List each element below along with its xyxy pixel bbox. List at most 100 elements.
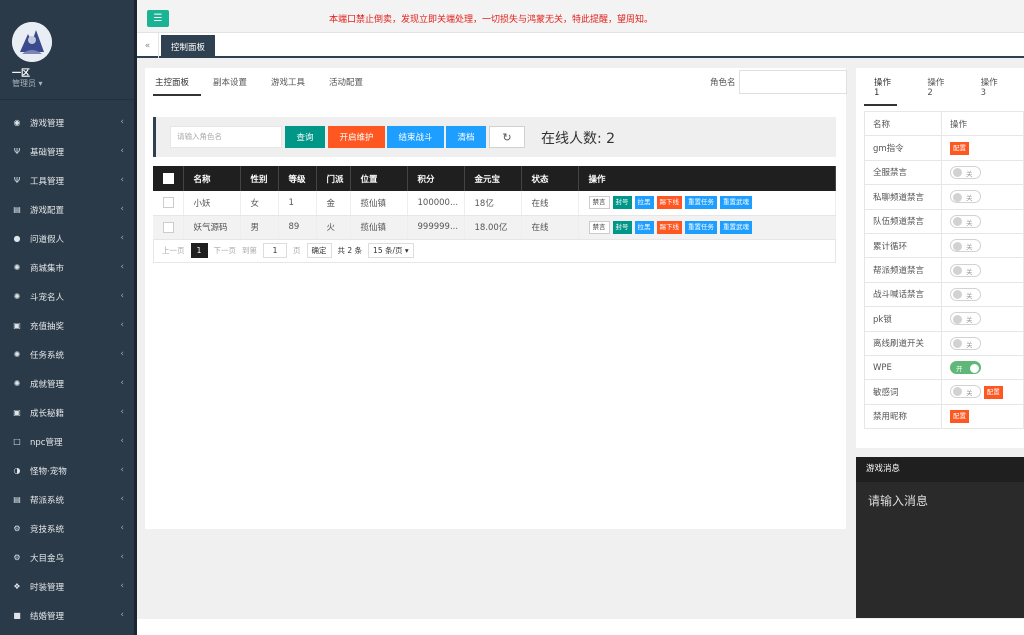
operations-panel: 操作1 操作2 操作3 名称 操作 gm指令 配置 全服禁言关私聊频道禁言关队伍频道… <box>856 68 1024 448</box>
col-level: 等级 <box>278 166 317 191</box>
kick-button[interactable]: 踢下线 <box>656 196 682 210</box>
config-button[interactable]: 配置 <box>950 141 969 155</box>
sidebar-item-2[interactable]: Ψ 工具管理 ‹ <box>0 166 134 195</box>
toggle-switch[interactable]: 关 <box>950 384 981 398</box>
game-message-input[interactable]: 请输入消息 <box>868 492 928 509</box>
chevron-left-icon: ‹ <box>120 552 124 562</box>
toggle-switch[interactable]: 关 <box>950 239 981 253</box>
maintenance-button[interactable]: 开启维护 <box>328 126 385 148</box>
sidebar-item-0[interactable]: ◉ 游戏管理 ‹ <box>0 108 134 137</box>
tab-operation-2[interactable]: 操作2 <box>917 76 950 106</box>
col-gold: 金元宝 <box>464 166 522 191</box>
cell-gender: 男 <box>240 215 279 240</box>
sidebar-item-17[interactable]: ■ 结婚管理 ‹ <box>0 601 134 630</box>
operation-control: 关 <box>941 184 1024 210</box>
row-checkbox[interactable] <box>163 197 174 209</box>
goto-ok-button[interactable]: 确定 <box>306 243 332 258</box>
sidebar-item-label: 游戏配置 <box>30 205 65 216</box>
pagination: 上一页 1 下一页 到第 1 页 确定 共 2 条 15 条/页 ▾ <box>153 239 836 263</box>
mute-button[interactable]: 禁言 <box>588 196 610 210</box>
blacklist-button[interactable]: 拉黑 <box>634 196 654 210</box>
toggle-knob <box>953 217 962 227</box>
sidebar-item-9[interactable]: ✺ 成就管理 ‹ <box>0 369 134 398</box>
row-checkbox[interactable] <box>163 221 174 233</box>
sidebar-item-5[interactable]: ✺ 商城集市 ‹ <box>0 253 134 282</box>
prev-page-link[interactable]: 上一页 <box>162 245 185 256</box>
refresh-button[interactable]: ↻ <box>489 126 525 148</box>
money-icon: ▣ <box>13 321 21 330</box>
toolbar: 请输入角色名 查询 开启维护 结束战斗 清档 ↻ 在线人数: 2 <box>153 117 836 157</box>
sidebar-item-7[interactable]: ▣ 充值抽奖 ‹ <box>0 311 134 340</box>
sidebar-item-6[interactable]: ✺ 斗宠名人 ‹ <box>0 282 134 311</box>
reset-weapon-button[interactable]: 重置武魂 <box>720 196 752 210</box>
chevron-left-icon: ‹ <box>120 146 124 156</box>
goto-page-input[interactable]: 1 <box>263 243 287 258</box>
toggle-switch[interactable]: 关 <box>950 214 981 228</box>
sidebar-item-10[interactable]: ▣ 成长秘籍 ‹ <box>0 398 134 427</box>
select-all-checkbox[interactable] <box>163 173 174 184</box>
sidebar-item-label: 基础管理 <box>30 147 65 158</box>
subtabs: 主控面板 副本设置 游戏工具 活动配置 <box>153 76 385 96</box>
sidebar-item-13[interactable]: ▤ 帮派系统 ‹ <box>0 485 134 514</box>
toggle-switch[interactable]: 开 <box>950 361 981 375</box>
operation-row: 离线刷道开关 关 <box>864 330 1024 356</box>
role-name-input[interactable] <box>739 70 847 94</box>
config-button[interactable]: 配置 <box>983 385 1003 399</box>
reset-task-button[interactable]: 重置任务 <box>685 220 717 234</box>
sidebar-item-15[interactable]: ⚙ 大目金乌 ‹ <box>0 543 134 572</box>
tab-operation-1[interactable]: 操作1 <box>864 76 898 106</box>
gear-icon: ✺ <box>13 379 21 388</box>
ban-button[interactable]: 封号 <box>612 196 632 210</box>
sidebar-item-label: 游戏管理 <box>30 118 65 129</box>
subtab-tools[interactable]: 游戏工具 <box>269 76 317 96</box>
role-dropdown[interactable]: 管理员 ▾ <box>12 78 43 89</box>
operation-name: 累计循环 <box>864 232 942 259</box>
clear-data-button[interactable]: 清档 <box>446 126 486 148</box>
ban-button[interactable]: 封号 <box>612 220 632 234</box>
reset-weapon-button[interactable]: 重置武魂 <box>720 220 752 234</box>
subtab-dungeon[interactable]: 副本设置 <box>211 76 259 96</box>
kick-button[interactable]: 踢下线 <box>656 220 682 234</box>
menu-toggle-button[interactable]: ☰ <box>147 10 169 27</box>
toggle-switch[interactable]: 关 <box>950 312 981 326</box>
topbar: ☰ 本端口禁止倒卖，发现立即关端处理，一切损失与鸿蒙无关，特此提醒，望周知。 <box>137 0 1024 33</box>
online-count: 在线人数: 2 <box>541 131 616 147</box>
sidebar-item-12[interactable]: ◑ 怪物·宠物 ‹ <box>0 456 134 485</box>
tab-back-button[interactable]: « <box>137 33 159 58</box>
game-message-title: 游戏消息 <box>856 457 1024 482</box>
sidebar-item-14[interactable]: ⚙ 竞技系统 ‹ <box>0 514 134 543</box>
config-button[interactable]: 配置 <box>950 409 969 423</box>
per-page-select[interactable]: 15 条/页 ▾ <box>368 243 414 258</box>
sidebar-item-1[interactable]: Ψ 基础管理 ‹ <box>0 137 134 166</box>
sidebar-item-11[interactable]: □ npc管理 ‹ <box>0 427 134 456</box>
chevron-left-icon: ‹ <box>120 610 124 620</box>
current-page[interactable]: 1 <box>190 243 208 258</box>
sidebar-item-label: 时装管理 <box>30 582 65 593</box>
sidebar-item-4[interactable]: ● 问道假人 ‹ <box>0 224 134 253</box>
subtab-main[interactable]: 主控面板 <box>153 76 202 96</box>
tab-control-panel[interactable]: 控制面板 <box>161 35 216 58</box>
sidebar-item-8[interactable]: ✺ 任务系统 ‹ <box>0 340 134 369</box>
toggle-switch[interactable]: 关 <box>950 165 981 179</box>
cell-actions: 禁言 封号 拉黑 踢下线 重置任务 重置武魂 <box>578 215 836 240</box>
end-battle-button[interactable]: 结束战斗 <box>387 126 444 148</box>
reset-task-button[interactable]: 重置任务 <box>685 196 717 210</box>
tab-operation-3[interactable]: 操作3 <box>971 76 1004 106</box>
sidebar-item-3[interactable]: ▤ 游戏配置 ‹ <box>0 195 134 224</box>
cell-status: 在线 <box>521 215 579 240</box>
toggle-switch[interactable]: 关 <box>950 336 981 350</box>
subtab-activity[interactable]: 活动配置 <box>327 76 375 96</box>
toggle-label: 关 <box>966 388 973 397</box>
avatar[interactable] <box>12 22 52 62</box>
search-input[interactable]: 请输入角色名 <box>170 126 282 148</box>
mute-button[interactable]: 禁言 <box>588 220 610 234</box>
toggle-switch[interactable]: 关 <box>950 190 981 204</box>
toggle-switch[interactable]: 关 <box>950 287 981 301</box>
square-icon: □ <box>13 437 21 446</box>
toggle-switch[interactable]: 关 <box>950 263 981 277</box>
notice-text: 本端口禁止倒卖，发现立即关端处理，一切损失与鸿蒙无关，特此提醒，望周知。 <box>329 15 654 25</box>
next-page-link[interactable]: 下一页 <box>214 245 237 256</box>
blacklist-button[interactable]: 拉黑 <box>634 220 654 234</box>
sidebar-item-16[interactable]: ❖ 时装管理 ‹ <box>0 572 134 601</box>
query-button[interactable]: 查询 <box>285 126 325 148</box>
